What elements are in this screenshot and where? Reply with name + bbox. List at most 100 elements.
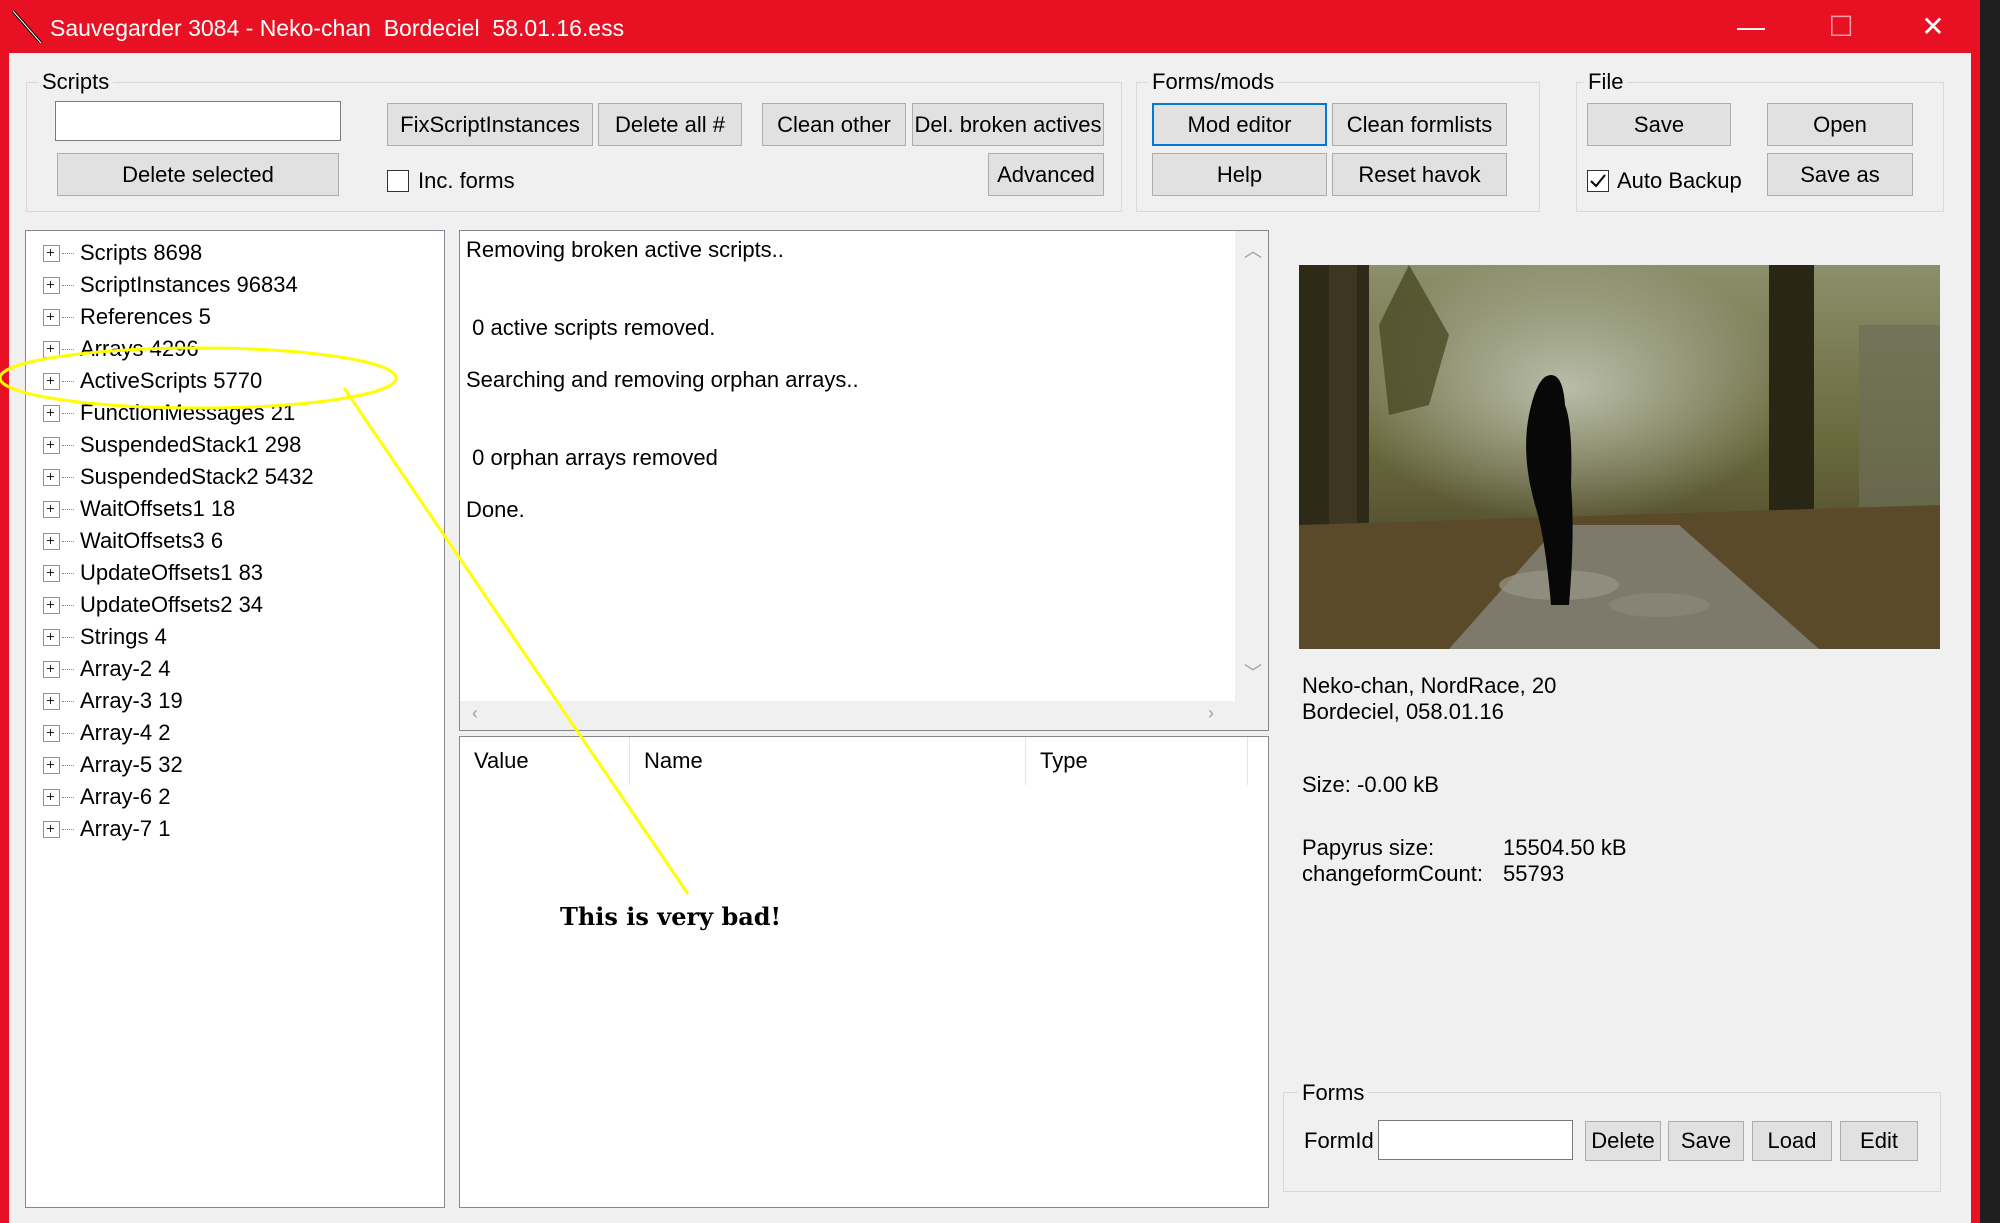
expand-plus-icon[interactable] bbox=[43, 308, 60, 326]
expand-plus-icon[interactable] bbox=[43, 436, 60, 454]
delete-all-button[interactable]: Delete all # bbox=[598, 103, 742, 146]
delete-selected-button[interactable]: Delete selected bbox=[57, 153, 339, 196]
tree-item[interactable]: SuspendedStack2 5432 bbox=[43, 461, 314, 493]
open-button[interactable]: Open bbox=[1767, 103, 1913, 146]
tree-item[interactable]: References 5 bbox=[43, 301, 211, 333]
window-title: Sauvegarder 3084 - Neko-chan Bordeciel 5… bbox=[50, 15, 625, 41]
tree-item-label: Arrays 4296 bbox=[80, 336, 199, 361]
scroll-right-arrow-icon[interactable]: › bbox=[1208, 703, 1214, 724]
tree-item-label: SuspendedStack1 298 bbox=[80, 432, 302, 457]
log-panel[interactable]: Removing broken active scripts.. 0 activ… bbox=[459, 230, 1269, 731]
tree-item-label: WaitOffsets1 18 bbox=[80, 496, 236, 521]
tree-item[interactable]: UpdateOffsets1 83 bbox=[43, 557, 263, 589]
advanced-button[interactable]: Advanced bbox=[988, 153, 1104, 196]
tree-item-label: UpdateOffsets2 34 bbox=[80, 592, 264, 617]
clean-formlists-button[interactable]: Clean formlists bbox=[1332, 103, 1507, 146]
expand-plus-icon[interactable] bbox=[43, 628, 60, 646]
tree-item[interactable]: WaitOffsets1 18 bbox=[43, 493, 235, 525]
script-search-input[interactable] bbox=[55, 101, 341, 141]
tree-item-label: Array-5 32 bbox=[80, 752, 183, 777]
minimize-button[interactable]: — bbox=[1706, 0, 1796, 53]
tree-item[interactable]: Array-5 32 bbox=[43, 749, 183, 781]
log-line: Removing broken active scripts.. bbox=[466, 237, 784, 262]
tree-item-label: ScriptInstances 96834 bbox=[80, 272, 298, 297]
tree-item[interactable]: Scripts 8698 bbox=[43, 237, 202, 269]
tree-item[interactable]: FunctionMessages 21 bbox=[43, 397, 295, 429]
value-table-panel[interactable]: Value Name Type bbox=[459, 736, 1269, 1208]
log-horizontal-scrollbar[interactable]: ‹ › bbox=[460, 701, 1268, 730]
expand-plus-icon[interactable] bbox=[43, 820, 60, 838]
tree-connector bbox=[62, 796, 74, 798]
clean-other-button[interactable]: Clean other bbox=[762, 103, 906, 146]
tree-item-label: References 5 bbox=[80, 304, 211, 329]
tree-item[interactable]: ActiveScripts 5770 bbox=[43, 365, 262, 397]
expand-plus-icon[interactable] bbox=[43, 788, 60, 806]
tree-item[interactable]: WaitOffsets3 6 bbox=[43, 525, 223, 557]
expand-plus-icon[interactable] bbox=[43, 468, 60, 486]
expand-plus-icon[interactable] bbox=[43, 404, 60, 422]
tree-item[interactable]: Strings 4 bbox=[43, 621, 167, 653]
tree-item[interactable]: UpdateOffsets2 34 bbox=[43, 589, 263, 621]
mod-editor-button[interactable]: Mod editor bbox=[1152, 103, 1327, 146]
column-header-type[interactable]: Type bbox=[1026, 737, 1248, 785]
scroll-left-arrow-icon[interactable]: ‹ bbox=[472, 703, 478, 724]
expand-plus-icon[interactable] bbox=[43, 372, 60, 390]
expand-plus-icon[interactable] bbox=[43, 340, 60, 358]
column-header-name[interactable]: Name bbox=[630, 737, 1026, 785]
tree-connector bbox=[62, 412, 74, 414]
tree-item-label: Array-2 4 bbox=[80, 656, 171, 681]
help-button[interactable]: Help bbox=[1152, 153, 1327, 196]
changeform-count-label: changeformCount: bbox=[1302, 861, 1483, 886]
title-bar[interactable]: Sauvegarder 3084 - Neko-chan Bordeciel 5… bbox=[0, 0, 1980, 53]
expand-plus-icon[interactable] bbox=[43, 692, 60, 710]
formid-input[interactable] bbox=[1378, 1120, 1573, 1160]
form-edit-button[interactable]: Edit bbox=[1840, 1121, 1918, 1161]
sword-icon bbox=[11, 10, 43, 44]
fix-script-instances-button[interactable]: FixScriptInstances bbox=[387, 103, 593, 146]
close-button[interactable]: ✕ bbox=[1888, 0, 1978, 53]
data-tree-panel[interactable]: Scripts 8698 ScriptInstances 96834 Referen… bbox=[25, 230, 445, 1208]
tree-item[interactable]: ScriptInstances 96834 bbox=[43, 269, 298, 301]
log-vertical-scrollbar[interactable]: ︿ ﹀ bbox=[1235, 231, 1268, 701]
tree-item[interactable]: Array-4 2 bbox=[43, 717, 170, 749]
expand-plus-icon[interactable] bbox=[43, 500, 60, 518]
log-line: 0 active scripts removed. bbox=[466, 315, 716, 340]
tree-connector bbox=[62, 828, 74, 830]
expand-plus-icon[interactable] bbox=[43, 660, 60, 678]
log-line: Searching and removing orphan arrays.. bbox=[466, 367, 859, 392]
tree-item[interactable]: Array-7 1 bbox=[43, 813, 170, 845]
scroll-down-arrow-icon[interactable]: ﹀ bbox=[1244, 659, 1262, 685]
tree-item[interactable]: Arrays 4296 bbox=[43, 333, 199, 365]
save-button[interactable]: Save bbox=[1587, 103, 1731, 146]
tree-connector bbox=[62, 636, 74, 638]
tree-item[interactable]: SuspendedStack1 298 bbox=[43, 429, 301, 461]
expand-plus-icon[interactable] bbox=[43, 596, 60, 614]
maximize-button[interactable]: ☐ bbox=[1796, 0, 1886, 53]
form-save-button[interactable]: Save bbox=[1668, 1121, 1744, 1161]
log-line: Done. bbox=[466, 497, 525, 522]
tree-connector bbox=[62, 700, 74, 702]
expand-plus-icon[interactable] bbox=[43, 276, 60, 294]
tree-connector bbox=[62, 348, 74, 350]
inc-forms-checkbox[interactable] bbox=[387, 170, 409, 192]
save-as-button[interactable]: Save as bbox=[1767, 153, 1913, 196]
auto-backup-checkbox[interactable] bbox=[1587, 170, 1609, 192]
reset-havok-button[interactable]: Reset havok bbox=[1332, 153, 1507, 196]
expand-plus-icon[interactable] bbox=[43, 564, 60, 582]
tree-item-label: Scripts 8698 bbox=[80, 240, 203, 265]
tree-connector bbox=[62, 540, 74, 542]
scroll-up-arrow-icon[interactable]: ︿ bbox=[1244, 237, 1262, 263]
tree-item-label: FunctionMessages 21 bbox=[80, 400, 296, 425]
expand-plus-icon[interactable] bbox=[43, 756, 60, 774]
expand-plus-icon[interactable] bbox=[43, 724, 60, 742]
column-header-value[interactable]: Value bbox=[460, 737, 630, 785]
tree-item[interactable]: Array-6 2 bbox=[43, 781, 170, 813]
form-load-button[interactable]: Load bbox=[1752, 1121, 1832, 1161]
tree-item[interactable]: Array-2 4 bbox=[43, 653, 170, 685]
expand-plus-icon[interactable] bbox=[43, 244, 60, 262]
form-delete-button[interactable]: Delete bbox=[1585, 1121, 1661, 1161]
del-broken-actives-button[interactable]: Del. broken actives bbox=[912, 103, 1104, 146]
forms-group-label: Forms bbox=[1298, 1080, 1369, 1106]
tree-item[interactable]: Array-3 19 bbox=[43, 685, 183, 717]
expand-plus-icon[interactable] bbox=[43, 532, 60, 550]
